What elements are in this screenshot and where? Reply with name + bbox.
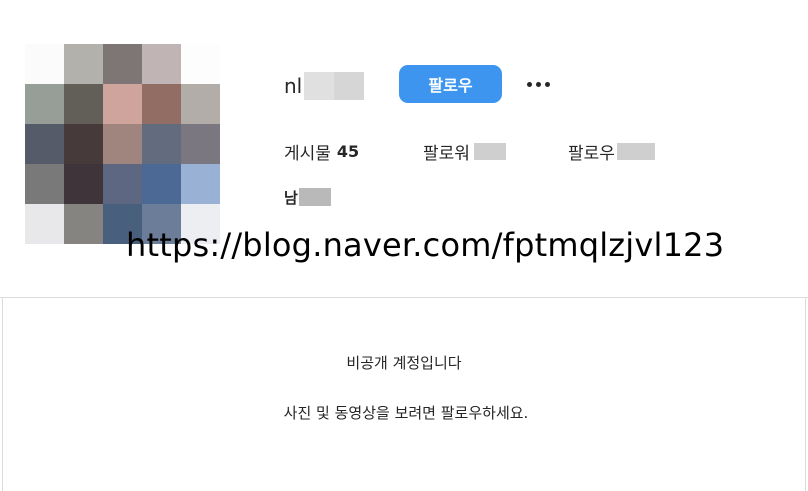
avatar-pixel [103,84,142,124]
username-row: nl [284,72,365,100]
profile-avatar[interactable] [25,44,220,244]
avatar-pixel [142,124,181,164]
following-stat[interactable]: 팔로우 [568,139,655,164]
avatar-pixel [181,164,220,204]
avatar-pixel [25,84,64,124]
avatar-pixel [25,164,64,204]
followers-label: 팔로워 [423,143,470,164]
more-dot [526,81,532,87]
blog-url-watermark: https://blog.naver.com/fptmqlzjvl123 [126,226,725,264]
avatar-pixel [64,44,103,84]
avatar-pixel [64,164,103,204]
more-dot [535,81,541,87]
username-redaction [304,72,365,100]
avatar-pixel [181,44,220,84]
avatar-pixel [181,124,220,164]
avatar-pixel [142,84,181,124]
avatar-pixel [25,124,64,164]
private-account-title: 비공개 계정입니다 [346,354,462,372]
private-account-panel [2,298,806,491]
followers-count-redaction [473,142,506,160]
instagram-profile-page: nl 팔로우 게시물 45 팔로워 팔로우 남 https://blog.nav… [0,0,808,491]
avatar-pixel [64,84,103,124]
posts-label: 게시물 [284,143,331,164]
following-label: 팔로우 [568,143,615,164]
followers-stat[interactable]: 팔로워 [423,139,506,164]
avatar-pixel [181,84,220,124]
more-dot [544,81,550,87]
avatar-pixel [103,124,142,164]
following-count-redaction [616,142,655,160]
follow-button[interactable]: 팔로우 [399,65,502,103]
posts-stat: 게시물 45 [284,139,360,164]
avatar-pixel [25,44,64,84]
avatar-pixel [64,124,103,164]
avatar-pixel [64,204,103,244]
avatar-pixel [142,44,181,84]
more-options-icon[interactable] [522,70,554,98]
full-name: 남 [284,188,298,207]
avatar-pixel [142,164,181,204]
fullname-redaction [298,188,331,206]
avatar-pixel [103,44,142,84]
fullname-row: 남 [284,186,331,208]
username: nl [284,74,303,98]
avatar-pixel [103,164,142,204]
posts-count: 45 [336,141,360,161]
private-account-description: 사진 및 동영상을 보려면 팔로우하세요. [283,404,529,422]
avatar-pixel [25,204,64,244]
